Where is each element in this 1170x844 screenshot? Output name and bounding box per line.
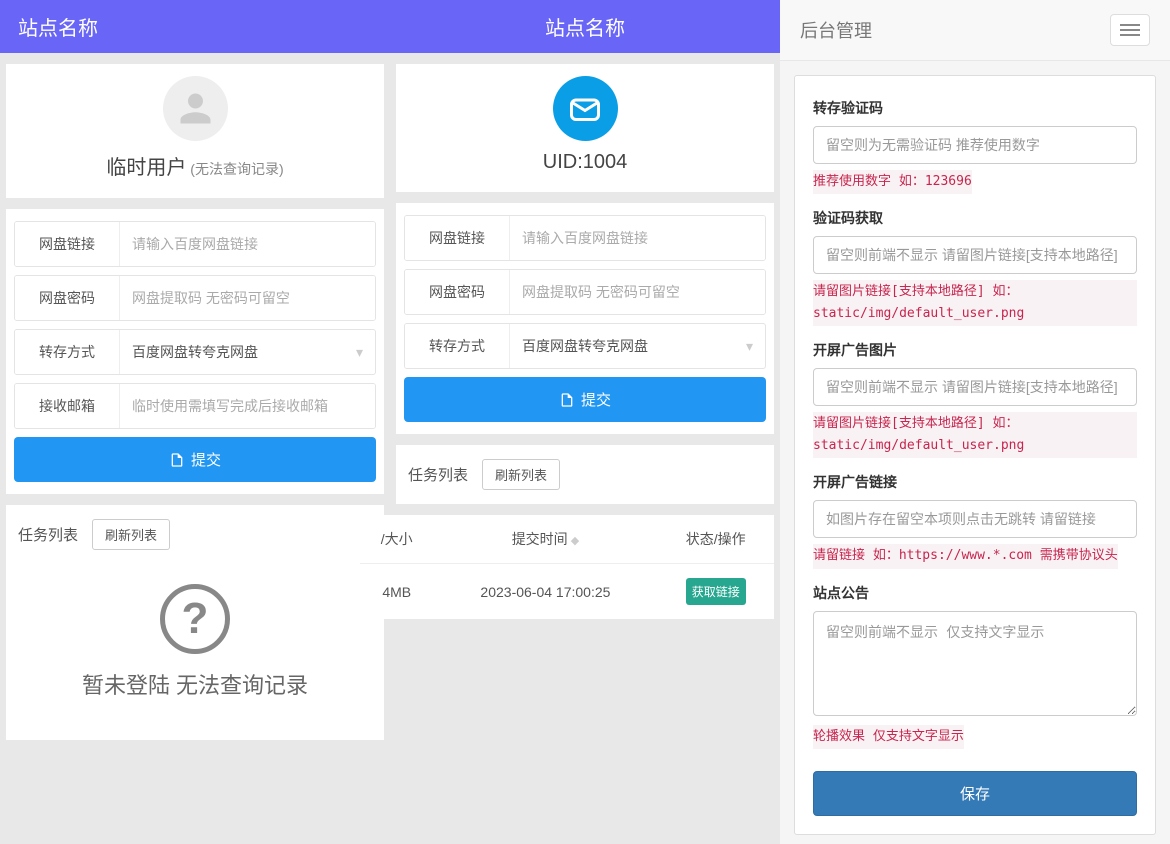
- cell-time: 2023-06-04 17:00:25: [433, 564, 657, 620]
- document-icon: [169, 452, 185, 468]
- submit-button[interactable]: 提交: [404, 377, 766, 422]
- question-icon: ?: [160, 584, 230, 654]
- user-name: 临时用户: [106, 157, 186, 179]
- announcement-input[interactable]: [813, 611, 1137, 716]
- link-input[interactable]: [510, 216, 765, 260]
- field-label: 开屏广告链接: [813, 472, 1137, 492]
- method-select[interactable]: 转存方式 百度网盘转夸克网盘 ▾: [404, 323, 766, 369]
- field-hint: 请留图片链接[支持本地路径] 如：static/img/default_user…: [813, 280, 1137, 326]
- document-icon: [559, 392, 575, 408]
- email-input[interactable]: [120, 384, 375, 428]
- link-label: 网盘链接: [15, 222, 120, 266]
- method-value: 百度网盘转夸克网盘: [522, 336, 648, 356]
- splash-img-input[interactable]: [813, 368, 1137, 406]
- verify-code-input[interactable]: [813, 126, 1137, 164]
- cell-size: 4MB: [360, 564, 433, 620]
- pwd-input[interactable]: [120, 276, 375, 320]
- field-hint: 推荐使用数字 如：123696: [813, 170, 972, 194]
- field-hint: 轮播效果 仅支持文字显示: [813, 725, 964, 749]
- site-name-header: 站点名称: [0, 0, 390, 53]
- email-label: 接收邮箱: [15, 384, 120, 428]
- link-label: 网盘链接: [405, 216, 510, 260]
- empty-text: 暂未登陆 无法查询记录: [6, 668, 384, 700]
- method-value: 百度网盘转夸克网盘: [132, 342, 258, 362]
- field-label: 验证码获取: [813, 208, 1137, 228]
- col-time[interactable]: 提交时间◆: [433, 515, 657, 564]
- get-link-button[interactable]: 获取链接: [686, 578, 746, 605]
- save-button[interactable]: 保存: [813, 771, 1137, 816]
- field-label: 开屏广告图片: [813, 340, 1137, 360]
- link-input[interactable]: [120, 222, 375, 266]
- user-sub: (无法查询记录): [190, 161, 283, 177]
- method-label: 转存方式: [15, 330, 120, 374]
- pwd-label: 网盘密码: [15, 276, 120, 320]
- sort-icon: ◆: [571, 535, 579, 547]
- uid-panel: UID:1004: [396, 64, 774, 192]
- table-row: 4MB 2023-06-04 17:00:25 获取链接: [360, 564, 774, 620]
- avatar-icon: [163, 76, 228, 141]
- submit-button[interactable]: 提交: [14, 437, 376, 482]
- task-list-title: 任务列表: [18, 524, 78, 545]
- refresh-button[interactable]: 刷新列表: [92, 519, 170, 550]
- uid-text: UID:1004: [396, 151, 774, 174]
- field-label: 转存验证码: [813, 98, 1137, 118]
- pwd-label: 网盘密码: [405, 270, 510, 314]
- verify-get-input[interactable]: [813, 236, 1137, 274]
- menu-icon[interactable]: [1110, 14, 1150, 46]
- task-table: /大小 提交时间◆ 状态/操作 4MB 2023-06-04 17:00:25 …: [360, 515, 774, 619]
- method-label: 转存方式: [405, 324, 510, 368]
- chevron-down-icon: ▾: [356, 344, 363, 361]
- field-label: 站点公告: [813, 583, 1137, 603]
- chevron-down-icon: ▾: [746, 338, 753, 355]
- field-hint: 请留图片链接[支持本地路径] 如：static/img/default_user…: [813, 412, 1137, 458]
- method-select[interactable]: 转存方式 百度网盘转夸克网盘 ▾: [14, 329, 376, 375]
- pwd-input[interactable]: [510, 270, 765, 314]
- task-list-title: 任务列表: [408, 464, 468, 485]
- site-name-header: 站点名称: [390, 0, 780, 53]
- splash-link-input[interactable]: [813, 500, 1137, 538]
- col-size[interactable]: /大小: [360, 515, 433, 564]
- col-status[interactable]: 状态/操作: [657, 515, 774, 564]
- field-hint: 请留链接 如：https://www.*.com 需携带协议头: [813, 544, 1118, 568]
- refresh-button[interactable]: 刷新列表: [482, 459, 560, 490]
- user-panel: 临时用户 (无法查询记录): [6, 64, 384, 198]
- admin-title: 后台管理: [800, 17, 872, 43]
- mail-icon: [553, 76, 618, 141]
